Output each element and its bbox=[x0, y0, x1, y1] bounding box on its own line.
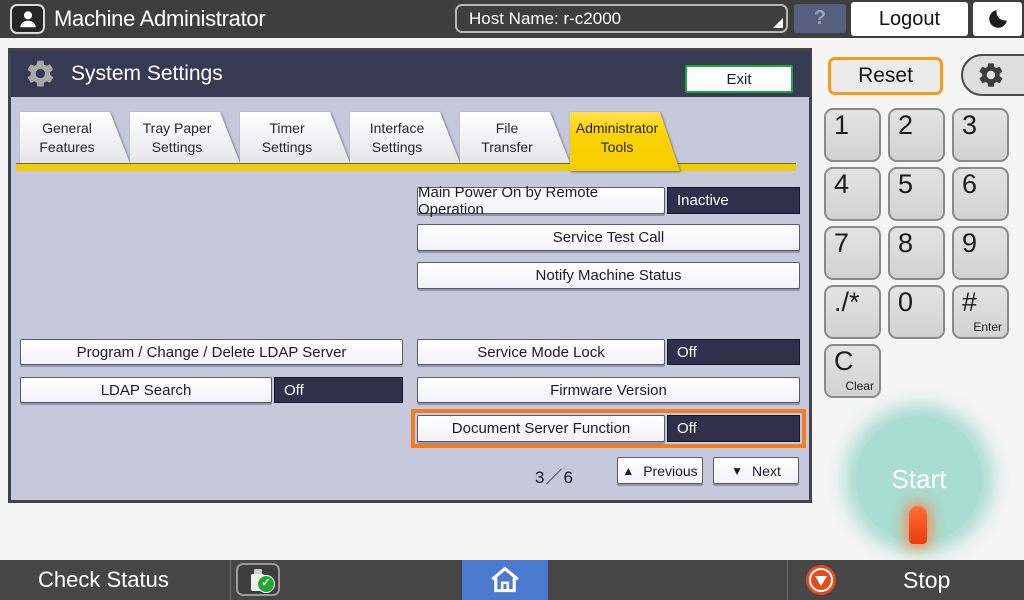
user-avatar-icon[interactable] bbox=[10, 4, 45, 34]
logout-button[interactable]: Logout bbox=[851, 2, 968, 36]
device-status-button[interactable]: ✓ bbox=[236, 563, 280, 596]
tab-tray-paper-settings[interactable]: Tray Paper Settings bbox=[130, 112, 240, 163]
keypad-5[interactable]: 5 bbox=[888, 167, 945, 221]
panel-title: System Settings bbox=[71, 51, 223, 97]
keypad-3[interactable]: 3 bbox=[952, 108, 1009, 162]
ldap-search-button[interactable]: LDAP Search Off bbox=[20, 377, 403, 403]
service-mode-lock-button[interactable]: Service Mode Lock Off bbox=[417, 339, 800, 365]
status-ok-icon: ✓ bbox=[257, 575, 275, 593]
main-power-label: Main Power On by Remote Operation bbox=[417, 187, 665, 214]
keypad-7[interactable]: 7 bbox=[824, 226, 881, 280]
start-label: Start bbox=[892, 464, 947, 495]
gear-icon bbox=[977, 61, 1005, 89]
main-power-remote-operation-button[interactable]: Main Power On by Remote Operation Inacti… bbox=[417, 187, 800, 214]
moon-icon bbox=[986, 7, 1010, 31]
service-test-call-button[interactable]: Service Test Call bbox=[417, 224, 800, 251]
stop-icon[interactable] bbox=[806, 565, 836, 595]
main-power-value: Inactive bbox=[667, 187, 800, 214]
document-server-function-value: Off bbox=[667, 415, 800, 442]
tab-general-features[interactable]: General Features bbox=[20, 112, 130, 163]
tab-administrator-tools[interactable]: Administrator Tools bbox=[570, 112, 680, 171]
bottom-bar: Check Status ✓ Stop bbox=[0, 560, 1024, 600]
help-button[interactable]: ? bbox=[794, 4, 846, 33]
clear-sub-label: Clear bbox=[845, 379, 874, 393]
keypad-4[interactable]: 4 bbox=[824, 167, 881, 221]
home-icon bbox=[488, 563, 522, 597]
ldap-search-value: Off bbox=[274, 377, 403, 403]
dropdown-corner-icon bbox=[773, 18, 783, 28]
tab-interface-settings[interactable]: Interface Settings bbox=[350, 112, 460, 163]
previous-label: Previous bbox=[643, 463, 697, 479]
start-indicator-light bbox=[909, 506, 927, 544]
settings-gear-icon bbox=[25, 58, 56, 94]
page-indicator: 3／6 bbox=[535, 463, 574, 488]
exit-button[interactable]: Exit bbox=[685, 65, 793, 93]
up-triangle-icon: ▲ bbox=[622, 464, 634, 478]
keypad-8[interactable]: 8 bbox=[888, 226, 945, 280]
check-status-label[interactable]: Check Status bbox=[38, 560, 169, 600]
keypad-dot-star[interactable]: ./* bbox=[824, 285, 881, 339]
previous-page-button[interactable]: ▲ Previous bbox=[617, 457, 703, 484]
keypad-1[interactable]: 1 bbox=[824, 108, 881, 162]
next-label: Next bbox=[752, 463, 781, 479]
screen: Machine Administrator Host Name: r-c2000… bbox=[0, 0, 1024, 600]
host-name-value: Host Name: r-c2000 bbox=[469, 9, 621, 28]
keypad-6[interactable]: 6 bbox=[952, 167, 1009, 221]
tab-file-transfer[interactable]: File Transfer bbox=[460, 112, 570, 163]
panel-header: System Settings Exit bbox=[11, 51, 809, 97]
logged-in-user-label: Machine Administrator bbox=[54, 0, 265, 38]
person-icon bbox=[17, 8, 39, 30]
divider bbox=[787, 560, 788, 600]
ldap-search-label: LDAP Search bbox=[20, 377, 272, 403]
notify-machine-status-button[interactable]: Notify Machine Status bbox=[417, 262, 800, 289]
home-button[interactable] bbox=[462, 560, 548, 600]
system-settings-panel: System Settings Exit General Features Tr… bbox=[8, 48, 812, 503]
stop-label[interactable]: Stop bbox=[903, 560, 950, 600]
firmware-version-button[interactable]: Firmware Version bbox=[417, 377, 800, 403]
keypad-enter[interactable]: # Enter bbox=[952, 285, 1009, 339]
divider bbox=[230, 560, 231, 600]
energy-saver-button[interactable] bbox=[973, 2, 1022, 36]
keypad-9[interactable]: 9 bbox=[952, 226, 1009, 280]
service-mode-lock-value: Off bbox=[667, 339, 800, 365]
keypad-clear[interactable]: C Clear bbox=[824, 344, 881, 398]
next-page-button[interactable]: ▼ Next bbox=[713, 457, 799, 484]
tab-timer-settings[interactable]: Timer Settings bbox=[240, 112, 350, 163]
settings-pill-button[interactable] bbox=[961, 54, 1024, 96]
reset-button[interactable]: Reset bbox=[828, 57, 943, 95]
keypad-0[interactable]: 0 bbox=[888, 285, 945, 339]
top-bar: Machine Administrator Host Name: r-c2000… bbox=[0, 0, 1024, 38]
document-server-function-label: Document Server Function bbox=[417, 415, 665, 442]
host-name-dropdown[interactable]: Host Name: r-c2000 bbox=[455, 4, 788, 33]
service-mode-lock-label: Service Mode Lock bbox=[417, 339, 665, 365]
enter-sub-label: Enter bbox=[973, 320, 1002, 334]
keypad-2[interactable]: 2 bbox=[888, 108, 945, 162]
document-server-function-button[interactable]: Document Server Function Off bbox=[417, 415, 800, 442]
ldap-server-button[interactable]: Program / Change / Delete LDAP Server bbox=[20, 339, 403, 365]
down-triangle-icon: ▼ bbox=[731, 464, 743, 478]
